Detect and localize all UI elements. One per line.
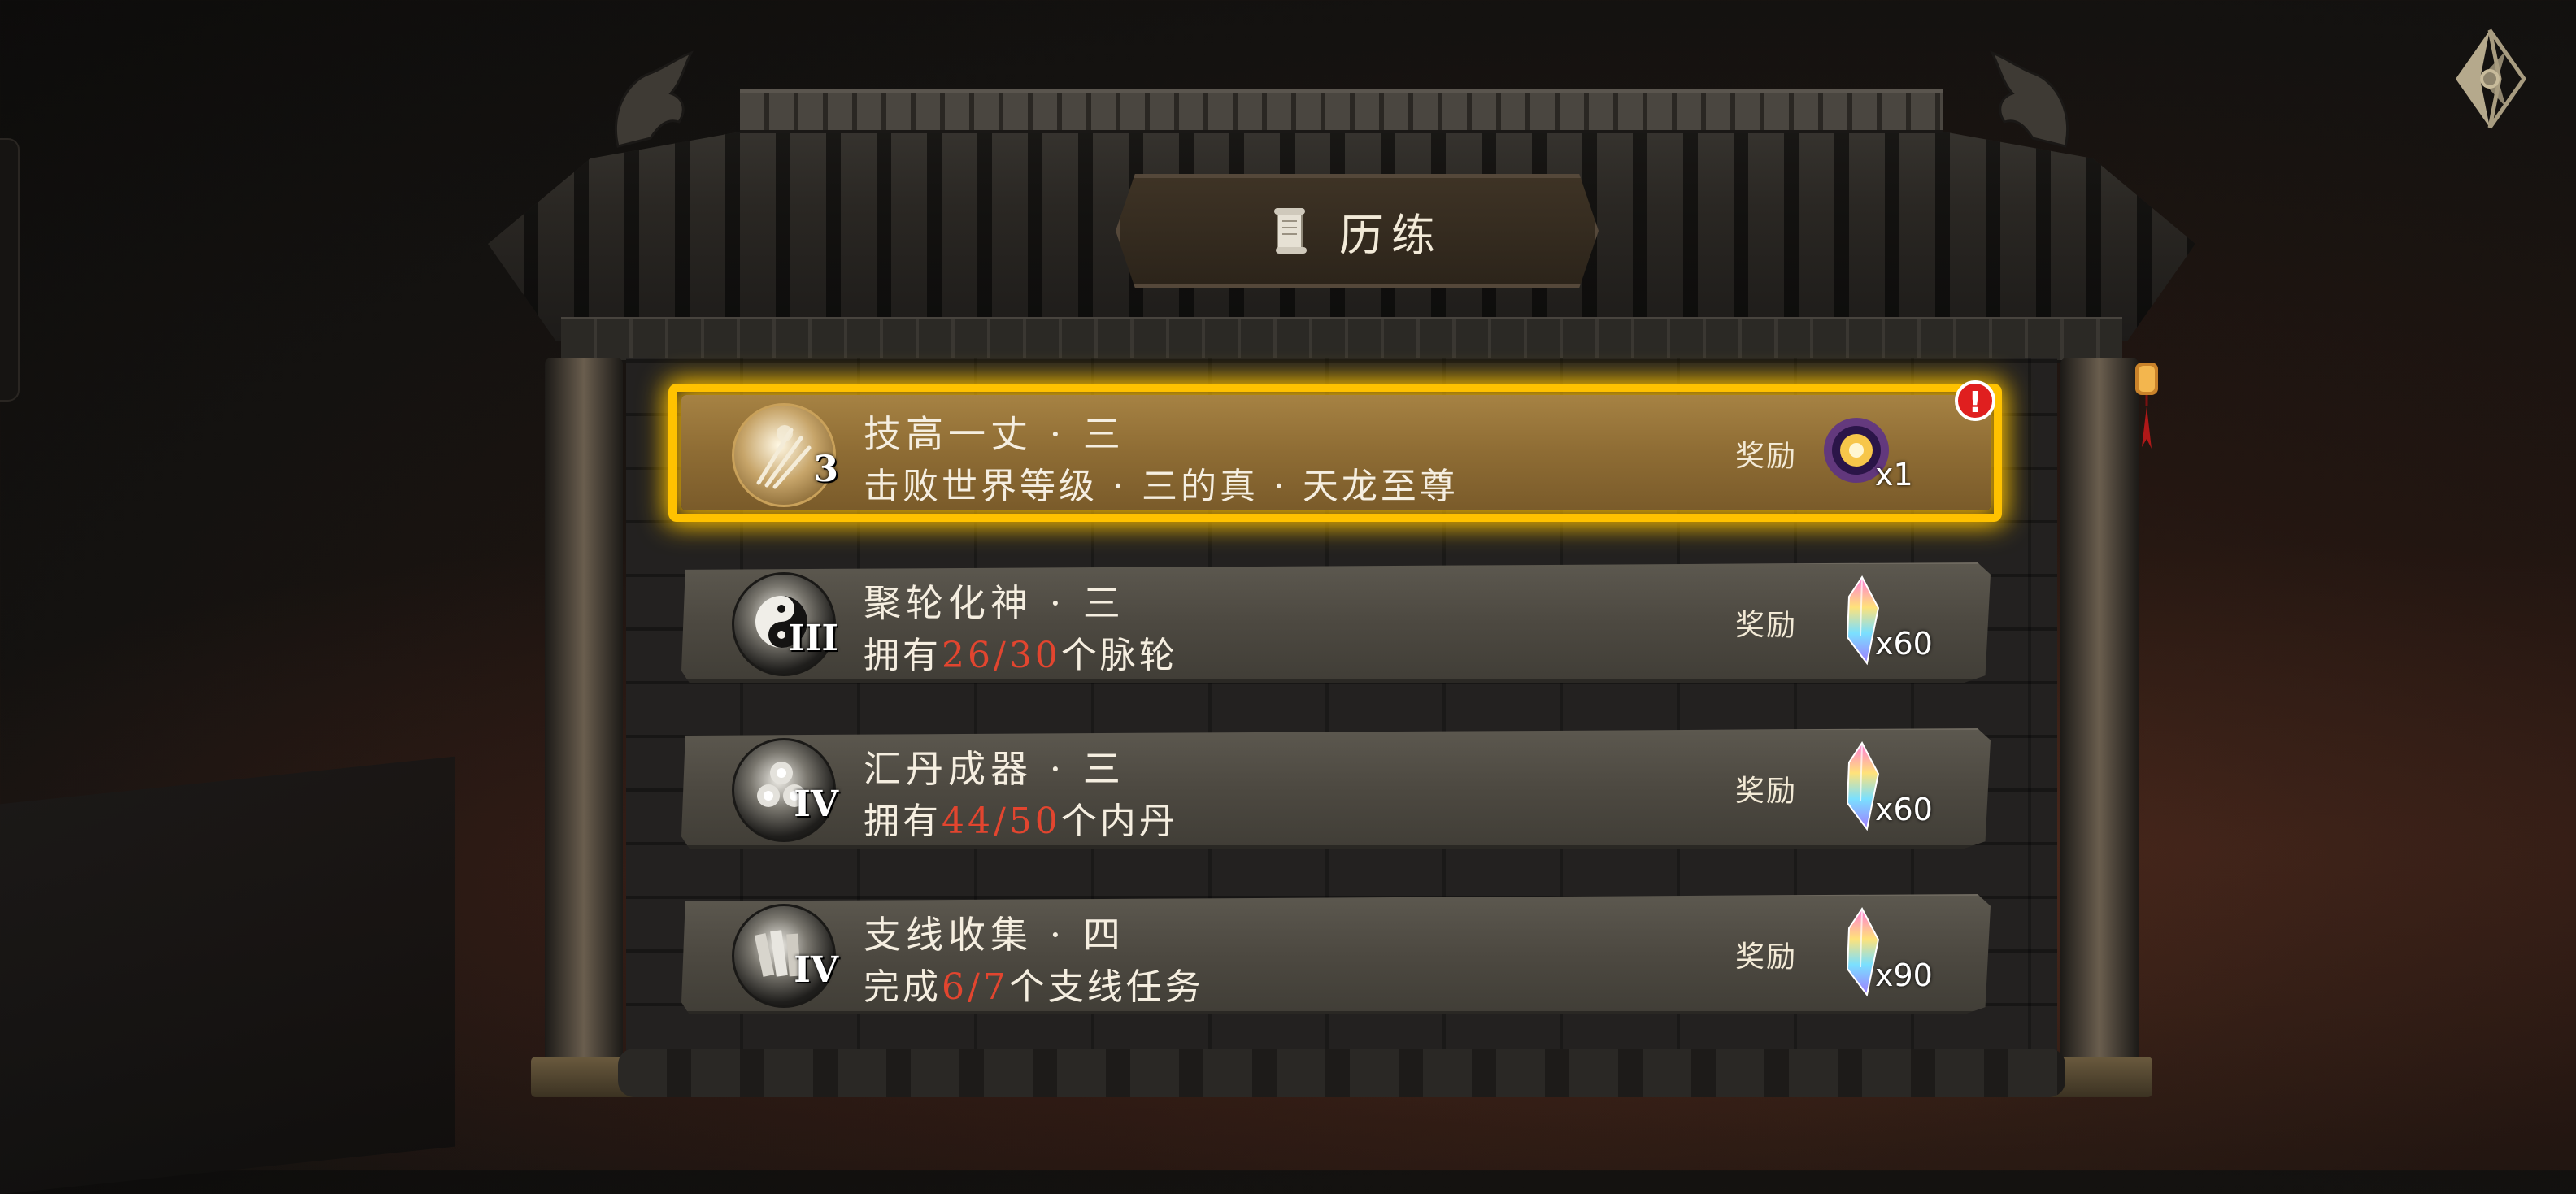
dragon-ornament-icon xyxy=(1990,50,2069,148)
quest-description: 拥有44/50个内丹 xyxy=(864,792,1178,844)
quest-row[interactable]: III 聚轮化神 · 三 拥有26/30个脉轮 奖励 x60 xyxy=(681,562,1991,683)
reward-label: 奖励 xyxy=(1735,440,1798,473)
reward-quantity: x90 xyxy=(1875,957,1933,993)
quest-title: 技高一丈 · 三 xyxy=(864,412,1125,456)
quest-progress: 26/30 xyxy=(942,635,1061,676)
quest-tier-badge: IV xyxy=(794,784,838,825)
lantern-icon xyxy=(2135,363,2158,449)
left-pillar xyxy=(545,358,623,1089)
quest-title: 支线收集 · 四 xyxy=(864,913,1125,957)
quest-tier-badge: IV xyxy=(794,949,838,991)
quest-description: 拥有26/30个脉轮 xyxy=(864,626,1178,678)
yin-yang-icon: III xyxy=(732,572,838,676)
reward-quantity: x60 xyxy=(1875,626,1933,662)
desc-prefix: 完成 xyxy=(864,966,942,1008)
reward-label: 奖励 xyxy=(1735,609,1798,642)
right-pillar xyxy=(2060,358,2139,1089)
gate-beam xyxy=(561,317,2122,363)
reward-quantity: x60 xyxy=(1875,792,1933,827)
roof-ridge xyxy=(740,89,1943,133)
quest-tier-badge: 3 xyxy=(813,449,838,490)
desc-prefix: 拥有 xyxy=(864,801,942,842)
reward-quantity: x1 xyxy=(1875,457,1913,493)
quest-title: 聚轮化神 · 三 xyxy=(864,581,1125,625)
scroll-books-icon: IV xyxy=(732,904,838,1008)
quest-description: 完成6/7个支线任务 xyxy=(864,957,1204,1009)
sword-slash-icon: 3 xyxy=(732,403,838,507)
desc-prefix: 拥有 xyxy=(864,635,942,676)
reward-label: 奖励 xyxy=(1735,940,1798,974)
triple-orb-icon: IV xyxy=(732,738,838,842)
quest-progress: 6/7 xyxy=(942,966,1009,1008)
quest-title: 汇丹成器 · 三 xyxy=(864,747,1125,791)
reward-label: 奖励 xyxy=(1735,775,1798,808)
desc-suffix: 个脉轮 xyxy=(1060,635,1178,676)
back-button[interactable] xyxy=(2439,26,2529,132)
quest-progress: 44/50 xyxy=(942,801,1061,842)
quest-row[interactable]: IV 汇丹成器 · 三 拥有44/50个内丹 奖励 x60 xyxy=(681,728,1991,849)
background-rock xyxy=(0,756,455,1194)
alert-badge: ! xyxy=(1955,380,1995,421)
quest-row[interactable]: 3 技高一丈 · 三 击败世界等级 · 三的真 · 天龙至尊 奖励 x1 xyxy=(681,395,1991,510)
quest-tier-badge: III xyxy=(788,618,838,659)
title-plaque: 历练 xyxy=(1116,174,1599,288)
scroll-icon xyxy=(1274,208,1307,254)
desc-suffix: 个内丹 xyxy=(1060,801,1178,842)
gate-floor xyxy=(618,1049,2065,1097)
quest-description: 击败世界等级 · 三的真 · 天龙至尊 xyxy=(864,466,1459,507)
left-edge-panel xyxy=(0,138,20,402)
desc-suffix: 个支线任务 xyxy=(1008,966,1204,1008)
quest-row[interactable]: IV 支线收集 · 四 完成6/7个支线任务 奖励 x90 xyxy=(681,894,1991,1014)
page-title: 历练 xyxy=(1339,209,1443,261)
dragon-ornament-icon xyxy=(614,50,694,148)
diamond-back-arrow-icon xyxy=(2456,28,2527,129)
